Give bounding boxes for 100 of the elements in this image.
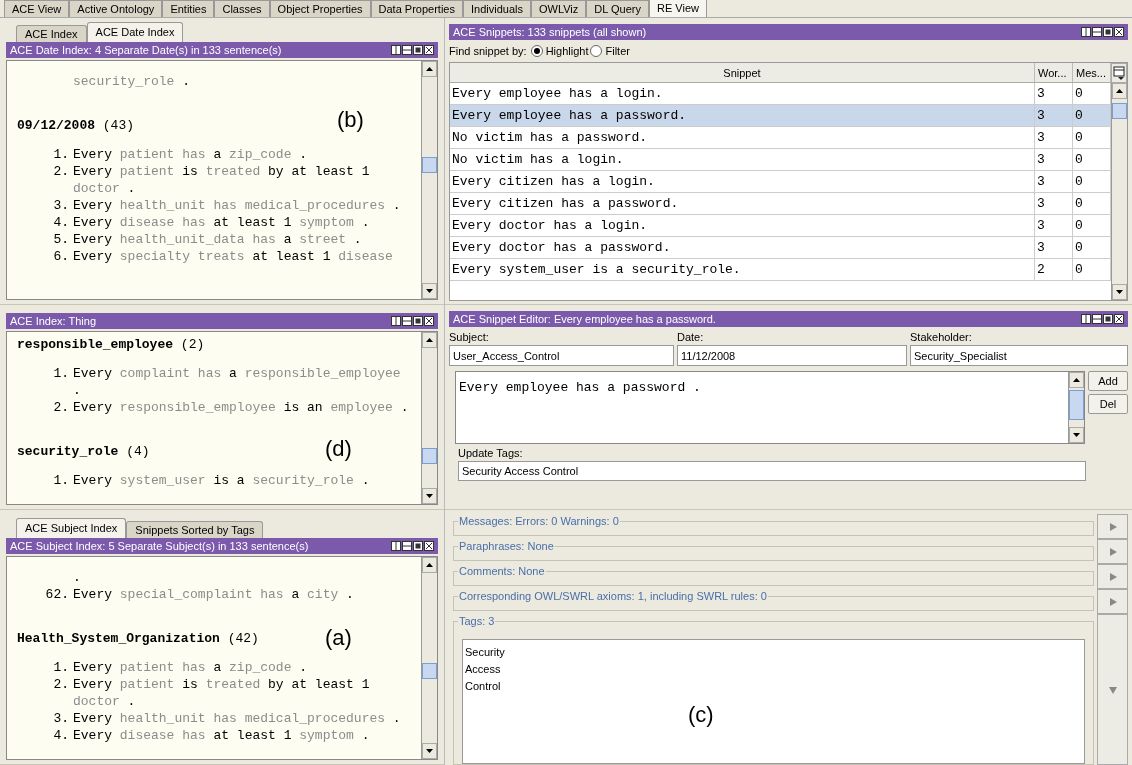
table-row[interactable]: Every citizen has a login. 3 0	[450, 171, 1111, 193]
main-tab[interactable]: Active Ontology	[69, 0, 163, 17]
maximize-icon[interactable]	[413, 541, 423, 551]
main-tab[interactable]: RE View	[649, 0, 707, 17]
minimize-icon[interactable]	[1092, 27, 1102, 37]
scroll-down-button[interactable]	[422, 743, 437, 759]
scroll-up-button[interactable]	[422, 61, 437, 77]
scroll-up-button[interactable]	[422, 557, 437, 573]
panel-tab[interactable]: Snippets Sorted by Tags	[126, 521, 264, 538]
scroll-thumb[interactable]	[422, 157, 437, 173]
dock-icon[interactable]	[1081, 314, 1091, 324]
section-title[interactable]: Paraphrases: None	[458, 539, 555, 553]
sentence-field[interactable]: Every employee has a password .	[455, 371, 1085, 444]
main-tab[interactable]: Individuals	[463, 0, 531, 17]
table-row[interactable]: Every employee has a login. 3 0	[450, 83, 1111, 105]
tag-item[interactable]: Security	[465, 644, 1082, 661]
scroll-up-button[interactable]	[1069, 372, 1084, 388]
table-cell: 3	[1035, 237, 1073, 258]
main-tab[interactable]: ACE View	[4, 0, 70, 17]
main-tab[interactable]: OWLViz	[531, 0, 587, 17]
scroll-down-button[interactable]	[422, 488, 437, 504]
close-icon[interactable]	[424, 45, 434, 55]
dock-icon[interactable]	[1081, 27, 1091, 37]
maximize-icon[interactable]	[413, 316, 423, 326]
dock-icon[interactable]	[391, 45, 401, 55]
radio-button[interactable]	[530, 45, 543, 57]
radio-option[interactable]: Highlight	[530, 42, 589, 60]
section-title[interactable]: Tags: 3	[458, 614, 496, 628]
table-row[interactable]: Every doctor has a password. 3 0	[450, 237, 1111, 259]
index-sentence: 5. Every health_unit_data has a street .	[52, 231, 362, 248]
input-field[interactable]: 11/12/2008	[677, 345, 907, 366]
panel-tab[interactable]: ACE Date Index	[86, 22, 184, 42]
scroll-down-button[interactable]	[422, 283, 437, 299]
main-tab[interactable]: Data Properties	[370, 0, 463, 17]
maximize-icon[interactable]	[413, 45, 423, 55]
section-title[interactable]: Comments: None	[458, 564, 546, 578]
scroll-down-button[interactable]	[1069, 427, 1084, 443]
close-icon[interactable]	[424, 316, 434, 326]
table-row[interactable]: Every doctor has a login. 3 0	[450, 215, 1111, 237]
scroll-thumb[interactable]	[422, 448, 437, 464]
dock-icon[interactable]	[391, 316, 401, 326]
main-tab[interactable]: Entities	[162, 0, 215, 17]
maximize-icon[interactable]	[1103, 314, 1113, 324]
table-cell: 3	[1035, 149, 1073, 170]
panel-tab[interactable]: ACE Index	[16, 25, 87, 42]
radio-option[interactable]: Filter	[590, 42, 630, 60]
section-title[interactable]: Messages: Errors: 0 Warnings: 0	[458, 514, 620, 528]
down-triangle-icon	[1107, 684, 1118, 695]
scroll-thumb[interactable]	[422, 663, 437, 679]
tag-item[interactable]: Control	[465, 678, 1082, 695]
tag-item[interactable]: Access	[465, 661, 1082, 678]
expand-button[interactable]	[1097, 514, 1128, 539]
table-cell: Every employee has a password.	[450, 105, 1035, 126]
table-row[interactable]: Every citizen has a password. 3 0	[450, 193, 1111, 215]
editor-button[interactable]: Del	[1088, 394, 1128, 414]
radio-button[interactable]	[590, 45, 603, 57]
main-tab[interactable]: Object Properties	[269, 0, 371, 17]
table-cell: 3	[1035, 83, 1073, 104]
minimize-icon[interactable]	[402, 316, 412, 326]
panel-title: ACE Snippets: 133 snippets (all shown)	[453, 24, 647, 40]
expand-button[interactable]	[1097, 589, 1128, 614]
panel-title: ACE Date Index: 4 Separate Date(s) in 133 sentence(s)	[10, 42, 282, 58]
expand-button[interactable]	[1097, 539, 1128, 564]
table-row[interactable]: No victim has a login. 3 0	[450, 149, 1111, 171]
panel-title: ACE Subject Index: 5 Separate Subject(s) in 133 sentence(s)	[10, 538, 309, 554]
minimize-icon[interactable]	[402, 541, 412, 551]
table-cell: 3	[1035, 127, 1073, 148]
column-header[interactable]: Snippet	[450, 63, 1035, 82]
table-cell: 3	[1035, 215, 1073, 236]
tags-field[interactable]: Security Access Control	[458, 461, 1086, 481]
table-cell: 3	[1035, 171, 1073, 192]
column-header[interactable]: Wor...	[1035, 63, 1073, 82]
close-icon[interactable]	[424, 541, 434, 551]
table-row[interactable]: No victim has a password. 3 0	[450, 127, 1111, 149]
panel-tab[interactable]: ACE Subject Index	[16, 518, 127, 538]
find-label: Find snippet by:	[449, 43, 527, 59]
main-tab[interactable]: Classes	[214, 0, 270, 17]
table-row[interactable]: Every employee has a password. 3 0	[450, 105, 1111, 127]
table-row[interactable]: Every system_user is a security_role. 2 0	[450, 259, 1111, 281]
scroll-down-button[interactable]	[1112, 284, 1127, 300]
scroll-thumb[interactable]	[1069, 390, 1084, 420]
scroll-up-button[interactable]	[422, 332, 437, 348]
editor-button[interactable]: Add	[1088, 371, 1128, 391]
main-tab[interactable]: DL Query	[586, 0, 649, 17]
section-title[interactable]: Corresponding OWL/SWRL axioms: 1, including SWRL rules: 0	[458, 589, 768, 603]
scroll-up-button[interactable]	[1112, 83, 1127, 99]
dock-icon[interactable]	[391, 541, 401, 551]
column-chooser-icon[interactable]	[1111, 63, 1127, 83]
minimize-icon[interactable]	[402, 45, 412, 55]
input-field[interactable]: User_Access_Control	[449, 345, 674, 366]
maximize-icon[interactable]	[1103, 27, 1113, 37]
minimize-icon[interactable]	[1092, 314, 1102, 324]
close-icon[interactable]	[1114, 314, 1124, 324]
scroll-thumb[interactable]	[1112, 103, 1127, 119]
right-triangle-icon	[1107, 596, 1118, 607]
right-triangle-icon	[1107, 521, 1118, 532]
expand-button[interactable]	[1097, 564, 1128, 589]
close-icon[interactable]	[1114, 27, 1124, 37]
table-cell: Every system_user is a security_role.	[450, 259, 1035, 280]
input-field[interactable]: Security_Specialist	[910, 345, 1128, 366]
